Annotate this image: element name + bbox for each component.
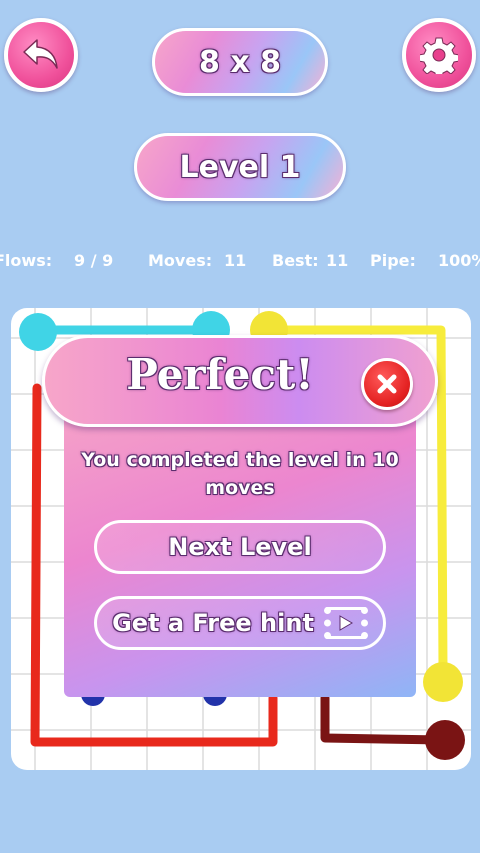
- best-value: 11: [326, 251, 349, 270]
- gear-icon: [420, 37, 458, 74]
- yellow-dot: [423, 662, 463, 702]
- dialog-title: Perfect!: [126, 350, 314, 399]
- completion-message: You completed the level in 10 moves: [81, 449, 399, 499]
- close-button[interactable]: [361, 358, 413, 410]
- stats-bar: Flows: 9 / 9 Moves: 11 Best: 11 Pipe: 10…: [0, 248, 480, 274]
- settings-button[interactable]: [402, 18, 476, 92]
- close-icon: [377, 374, 397, 394]
- level-badge: Level 1: [134, 133, 346, 201]
- dark-red-pipe: [320, 693, 448, 745]
- grid-size-label: 8 x 8: [199, 44, 281, 80]
- next-level-button[interactable]: Next Level: [94, 520, 386, 574]
- flows-value: 9 / 9: [74, 251, 114, 270]
- free-hint-label: Get a Free hint: [112, 609, 314, 637]
- next-level-label: Next Level: [168, 533, 312, 561]
- best-label: Best:: [272, 251, 319, 270]
- cyan-dot: [19, 313, 57, 351]
- grid-size-badge: 8 x 8: [152, 28, 328, 96]
- dialog-header: Perfect!: [42, 335, 438, 427]
- free-hint-button[interactable]: Get a Free hint: [94, 596, 386, 650]
- dark-red-dot: [425, 720, 465, 760]
- pipe-value: 100%: [438, 251, 480, 270]
- play-video-icon: [323, 607, 368, 639]
- moves-label: Moves:: [148, 251, 213, 270]
- flows-label: Flows:: [0, 251, 53, 270]
- level-label: Level 1: [179, 149, 301, 185]
- back-button[interactable]: [4, 18, 78, 92]
- back-arrow-icon: [23, 39, 58, 69]
- moves-value: 11: [224, 251, 247, 270]
- pipe-label: Pipe:: [370, 251, 416, 270]
